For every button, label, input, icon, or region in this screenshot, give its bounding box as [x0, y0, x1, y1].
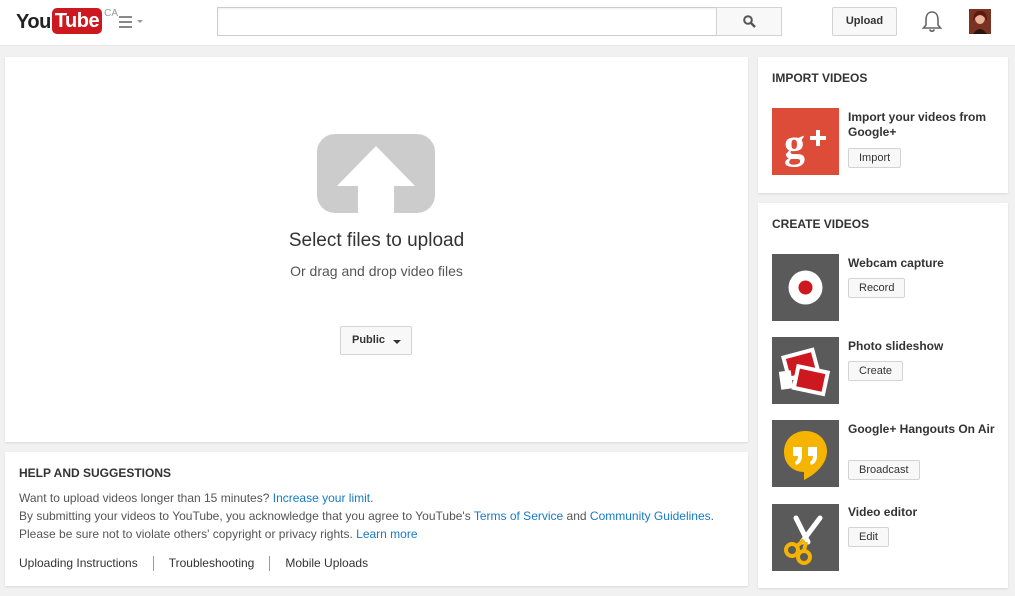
hamburger-icon	[119, 16, 132, 31]
troubleshooting-link[interactable]: Troubleshooting	[152, 556, 270, 571]
punctuation: .	[710, 509, 714, 523]
uploading-instructions-link[interactable]: Uploading Instructions	[19, 556, 153, 571]
broadcast-button[interactable]: Broadcast	[848, 460, 920, 480]
mobile-uploads-link[interactable]: Mobile Uploads	[269, 556, 383, 571]
increase-limit-link[interactable]: Increase your limit	[273, 491, 370, 505]
logo-tube-text: Tube	[51, 8, 103, 34]
youtube-logo[interactable]: You Tube CA	[16, 8, 118, 36]
terms-of-service-link[interactable]: Terms of Service	[474, 509, 563, 523]
guide-menu-button[interactable]	[119, 15, 145, 29]
punctuation: .	[370, 491, 374, 505]
hangouts-title: Google+ Hangouts On Air	[848, 422, 995, 436]
search-input[interactable]	[218, 8, 717, 35]
caret-down-icon	[393, 340, 401, 344]
help-and-text: and	[566, 509, 587, 523]
svg-text:g: g	[784, 122, 805, 168]
create-slideshow-button[interactable]: Create	[848, 361, 904, 381]
import-button[interactable]: Import	[848, 148, 902, 168]
webcam-record-icon[interactable]	[772, 254, 839, 321]
upload-panel: Select files to upload Or drag and drop …	[5, 57, 748, 442]
help-text: Want to upload videos longer than 15 min…	[19, 489, 739, 543]
logo-country-code: CA	[104, 8, 118, 19]
photo-slideshow-title: Photo slideshow	[848, 339, 944, 353]
help-title: HELP AND SUGGESTIONS	[19, 466, 172, 480]
search-icon	[743, 15, 756, 28]
import-title: IMPORT VIDEOS	[772, 71, 868, 85]
webcam-capture-title: Webcam capture	[848, 256, 944, 270]
edit-button[interactable]: Edit	[848, 527, 889, 547]
privacy-dropdown[interactable]: Public	[340, 326, 412, 355]
create-panel: CREATE VIDEOS Webcam capture Record Phot…	[758, 203, 1008, 588]
create-title: CREATE VIDEOS	[772, 217, 870, 231]
caret-down-icon	[137, 20, 143, 23]
learn-more-link[interactable]: Learn more	[356, 527, 417, 541]
search-box	[217, 7, 717, 36]
drag-drop-hint: Or drag and drop video files	[290, 263, 463, 279]
search-button[interactable]	[716, 7, 782, 36]
masthead: You Tube CA Upload	[0, 0, 1015, 46]
photo-slideshow-icon[interactable]	[772, 337, 839, 404]
help-panel: HELP AND SUGGESTIONS Want to upload vide…	[5, 452, 748, 586]
community-guidelines-link[interactable]: Community Guidelines	[590, 509, 711, 523]
help-line1-text: Want to upload videos longer than 15 min…	[19, 491, 270, 505]
import-panel: IMPORT VIDEOS g Import your videos from …	[758, 57, 1008, 193]
upload-arrow-icon[interactable]	[317, 134, 435, 213]
avatar[interactable]	[969, 9, 991, 34]
select-files-title[interactable]: Select files to upload	[5, 230, 748, 252]
scissors-icon[interactable]	[772, 504, 839, 571]
video-editor-title: Video editor	[848, 505, 918, 519]
upload-button[interactable]: Upload	[832, 7, 897, 36]
logo-you-text: You	[16, 11, 51, 33]
record-button[interactable]: Record	[848, 278, 906, 298]
privacy-value: Public	[352, 334, 386, 346]
notifications-bell-icon[interactable]	[921, 10, 943, 34]
help-line2-text: By submitting your videos to YouTube, yo…	[19, 509, 471, 523]
hangouts-icon[interactable]	[772, 420, 839, 487]
help-line3-text: Please be sure not to violate others' co…	[19, 527, 353, 541]
help-links: Uploading Instructions Troubleshooting M…	[19, 556, 383, 571]
import-item-title: Import your videos from Google+	[848, 110, 987, 139]
google-plus-icon[interactable]: g	[772, 108, 839, 175]
